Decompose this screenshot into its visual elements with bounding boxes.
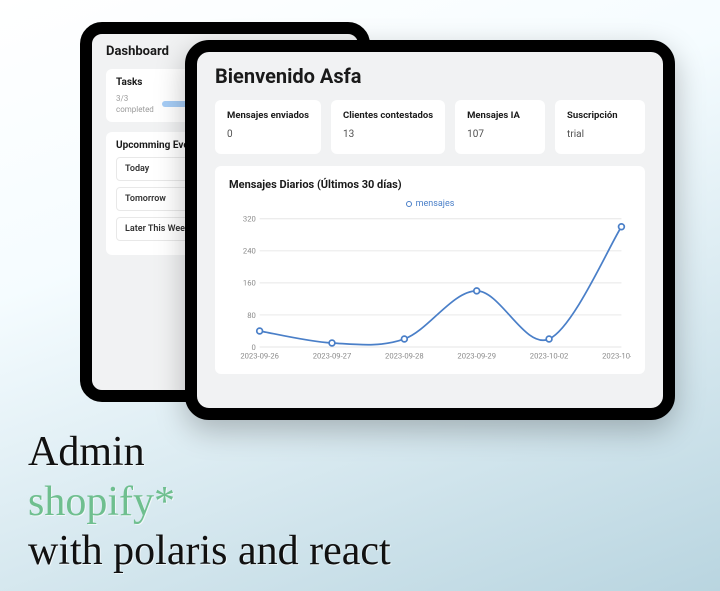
stat-label: Mensajes enviados: [227, 110, 309, 121]
stat-value: 107: [467, 129, 533, 140]
tasks-completed-text: completed: [116, 105, 154, 114]
legend-label: mensajes: [416, 199, 455, 209]
stat-label: Mensajes IA: [467, 110, 533, 121]
stat-label: Suscripción: [567, 110, 633, 121]
headline-line3: with polaris and react: [28, 527, 391, 577]
svg-text:320: 320: [243, 215, 256, 224]
page-title: Bienvenido Asfa: [215, 64, 645, 88]
chart-legend: mensajes: [229, 199, 631, 209]
svg-text:160: 160: [243, 279, 256, 288]
svg-text:80: 80: [247, 311, 256, 320]
stat-card-mensajes-ia: Mensajes IA 107: [455, 100, 545, 154]
marketing-headline: Admin shopify* with polaris and react: [28, 428, 391, 577]
series-points: [257, 224, 625, 346]
line-chart: 080160240320 2023-09-262023-09-272023-09…: [229, 213, 631, 366]
tasks-progress-text: 3/3: [116, 94, 154, 103]
svg-text:2023-09-28: 2023-09-28: [385, 351, 424, 360]
svg-text:240: 240: [243, 247, 256, 256]
legend-marker-icon: [406, 201, 412, 207]
stat-label: Clientes contestados: [343, 110, 433, 121]
svg-text:2023-09-27: 2023-09-27: [313, 351, 352, 360]
stat-value: 13: [343, 129, 433, 140]
chart-title: Mensajes Diarios (Últimos 30 días): [229, 178, 631, 191]
stat-card-clientes-contestados: Clientes contestados 13: [331, 100, 445, 154]
stat-value: trial: [567, 129, 633, 140]
stat-value: 0: [227, 129, 309, 140]
stat-card-suscripcion: Suscripción trial: [555, 100, 645, 154]
stat-row: Mensajes enviados 0 Clientes contestados…: [215, 100, 645, 154]
svg-text:0: 0: [252, 343, 256, 352]
stat-card-mensajes-enviados: Mensajes enviados 0: [215, 100, 321, 154]
chart-card: Mensajes Diarios (Últimos 30 días) mensa…: [215, 166, 645, 374]
chart-grid: [260, 219, 622, 347]
series-line: [260, 227, 622, 345]
svg-text:2023-09-26: 2023-09-26: [240, 351, 279, 360]
y-axis: 0 80 160 240 320: [243, 215, 256, 352]
svg-text:2023-09-29: 2023-09-29: [457, 351, 496, 360]
x-axis: 2023-09-26 2023-09-27 2023-09-28 2023-09-29…: [240, 351, 631, 360]
svg-text:2023-10-02: 2023-10-02: [530, 351, 569, 360]
svg-text:2023-10-03: 2023-10-03: [602, 351, 631, 360]
foreground-tablet: Bienvenido Asfa Mensajes enviados 0 Clie…: [185, 40, 675, 420]
headline-line2: shopify*: [28, 478, 391, 528]
headline-line1: Admin: [28, 428, 391, 478]
